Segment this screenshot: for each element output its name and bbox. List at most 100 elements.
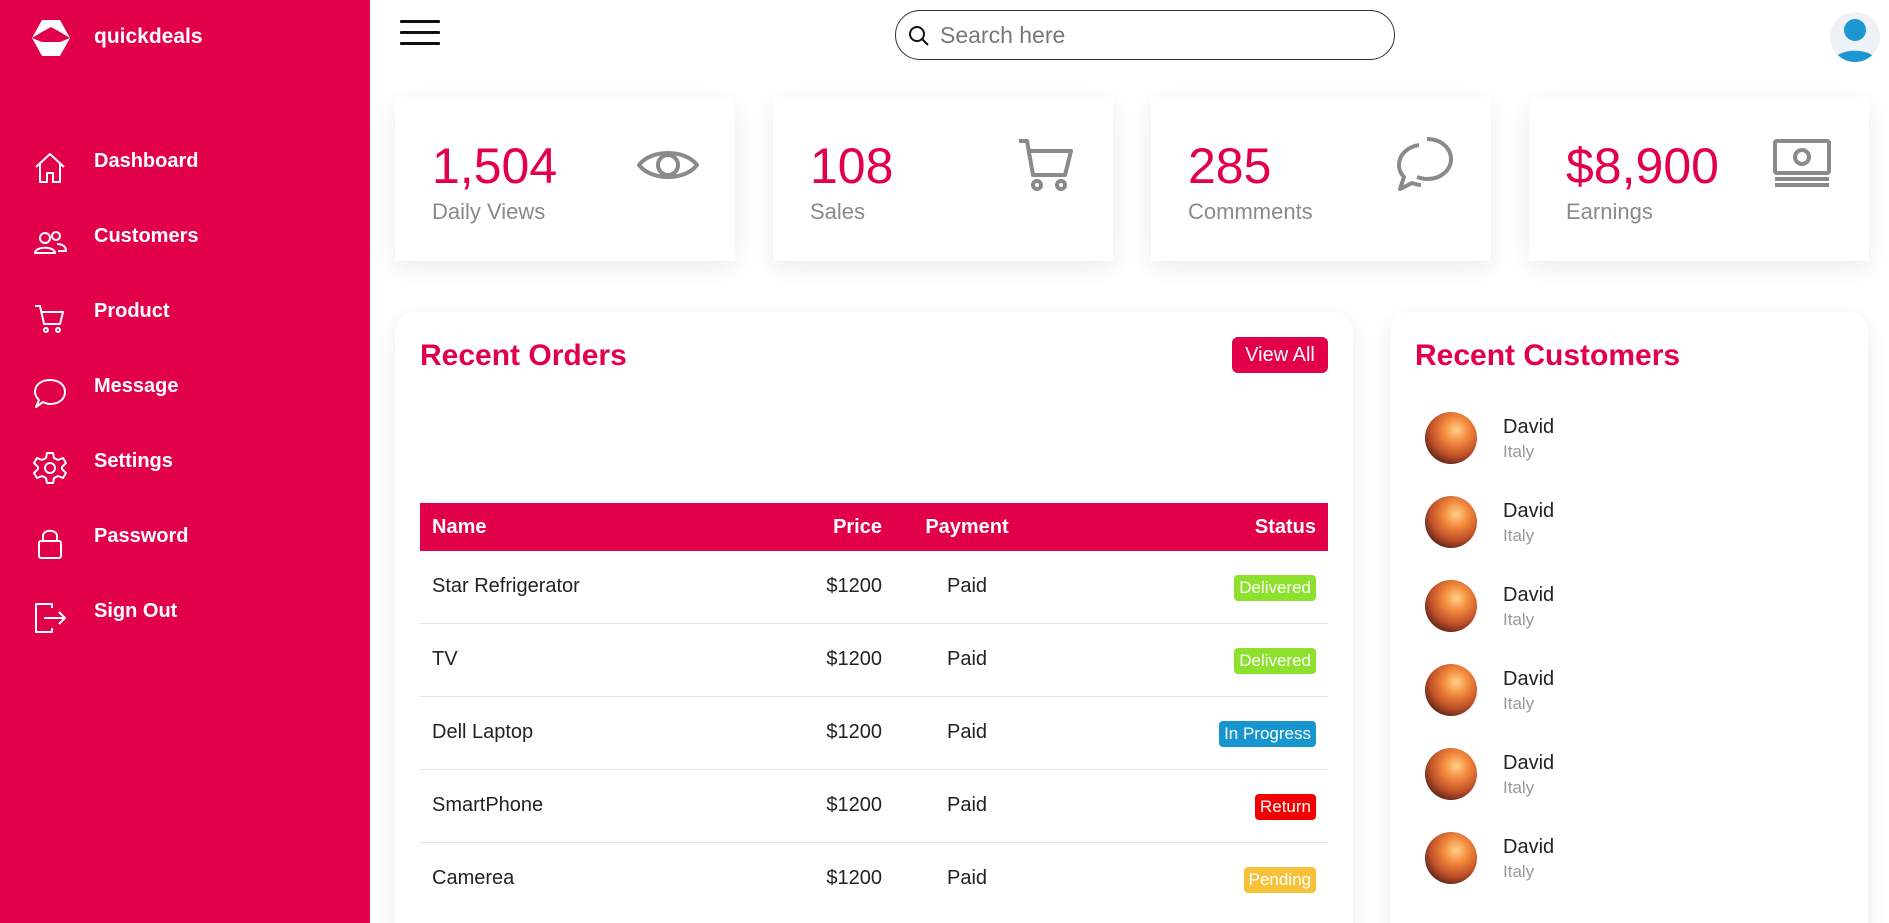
order-name: TV (432, 648, 458, 670)
list-item[interactable]: David Italy (1425, 496, 1845, 580)
stat-card-daily-views: 1,504 Daily Views (395, 97, 735, 261)
sidebar-item-label: Settings (94, 450, 173, 472)
search-icon[interactable] (908, 25, 930, 47)
order-payment: Paid (946, 575, 988, 597)
sidebar-item-label: Sign Out (94, 600, 178, 622)
order-name: Star Refrigerator (432, 575, 580, 597)
customer-avatar (1425, 664, 1477, 716)
column-header-name[interactable]: Name (432, 516, 486, 539)
order-price: $1200 (826, 721, 882, 743)
table-header: Name Price Payment Status (420, 503, 1328, 551)
customer-avatar (1425, 748, 1477, 800)
recent-customers-panel: Recent Customers David Italy David Italy… (1390, 312, 1868, 923)
user-avatar[interactable] (1830, 12, 1880, 62)
stat-label: Earnings (1566, 199, 1653, 224)
gear-icon (33, 452, 67, 484)
stat-number: $8,900 (1566, 138, 1719, 194)
sidebar-item-password[interactable]: Password (0, 513, 370, 588)
search-input[interactable] (940, 21, 1380, 49)
cart-icon (1019, 139, 1073, 191)
stat-number: 285 (1188, 138, 1272, 194)
sidebar-nav: Dashboard Customers Product Message Sett… (0, 138, 370, 663)
sidebar: quickdeals Dashboard Customers Product M… (0, 0, 370, 923)
order-name: Camerea (432, 867, 515, 889)
order-payment: Paid (946, 867, 988, 889)
hamburger-line (400, 42, 440, 45)
menu-toggle-button[interactable] (400, 20, 440, 50)
customer-avatar (1425, 832, 1477, 884)
sign-out-icon (35, 603, 66, 633)
stat-card-earnings: $8,900 Earnings (1529, 97, 1869, 261)
order-price: $1200 (826, 648, 882, 670)
search-bar (895, 10, 1395, 60)
customer-photo (1425, 580, 1477, 632)
customer-photo (1425, 832, 1477, 884)
sidebar-item-label: Password (94, 525, 189, 547)
orders-table: Name Price Payment Status Star Refrigera… (420, 503, 1328, 916)
customer-name: David (1503, 836, 1555, 858)
customer-avatar (1425, 580, 1477, 632)
order-payment: Paid (946, 648, 988, 670)
stat-label: Sales (810, 199, 866, 224)
sidebar-item-sign-out[interactable]: Sign Out (0, 588, 370, 663)
sidebar-item-label: Product (94, 300, 170, 322)
stat-number: 108 (810, 138, 894, 194)
list-item[interactable]: David Italy (1425, 748, 1845, 832)
stat-card-sales: 108 Sales (773, 97, 1113, 261)
stat-card-comments: 285 Commments (1151, 97, 1491, 261)
user-icon (1834, 19, 1876, 62)
status-badge: Delivered (1234, 575, 1316, 601)
table-row[interactable]: SmartPhone $1200 Paid Return (420, 770, 1328, 843)
column-header-price[interactable]: Price (833, 516, 882, 539)
sidebar-item-label: Message (94, 375, 179, 397)
stat-label: Daily Views (432, 199, 546, 224)
customer-country: Italy (1503, 442, 1535, 461)
home-icon (35, 153, 65, 183)
order-name: SmartPhone (432, 794, 544, 816)
sidebar-item-message[interactable]: Message (0, 363, 370, 438)
customer-avatar (1425, 496, 1477, 548)
order-name: Dell Laptop (432, 721, 534, 743)
list-item[interactable]: David Italy (1425, 412, 1845, 496)
customer-photo (1425, 664, 1477, 716)
sidebar-item-product[interactable]: Product (0, 288, 370, 363)
customer-name: David (1503, 584, 1555, 606)
column-header-status[interactable]: Status (1255, 516, 1316, 539)
brand[interactable]: quickdeals (30, 18, 203, 58)
customer-list: David Italy David Italy David Italy Davi… (1425, 412, 1845, 916)
status-badge: In Progress (1219, 721, 1316, 747)
table-row[interactable]: Camerea $1200 Paid Pending (420, 843, 1328, 916)
order-payment: Paid (946, 794, 988, 816)
view-all-button[interactable]: View All (1232, 337, 1328, 373)
status-badge: Return (1254, 794, 1316, 820)
recent-orders-title: Recent Orders (420, 339, 627, 372)
customer-country: Italy (1503, 862, 1535, 881)
sidebar-item-settings[interactable]: Settings (0, 438, 370, 513)
customer-photo (1425, 412, 1477, 464)
sidebar-item-label: Customers (94, 225, 199, 247)
stat-label: Commments (1188, 199, 1313, 224)
table-row[interactable]: TV $1200 Paid Delivered (420, 624, 1328, 697)
customer-name: David (1503, 500, 1555, 522)
customer-name: David (1503, 416, 1555, 438)
customer-avatar (1425, 412, 1477, 464)
sidebar-item-customers[interactable]: Customers (0, 213, 370, 288)
sidebar-item-dashboard[interactable]: Dashboard (0, 138, 370, 213)
status-badge: Pending (1243, 867, 1316, 893)
list-item[interactable]: David Italy (1425, 580, 1845, 664)
table-row[interactable]: Star Refrigerator $1200 Paid Delivered (420, 551, 1328, 624)
stat-number: 1,504 (432, 138, 558, 194)
list-item[interactable]: David Italy (1425, 832, 1845, 916)
lock-icon (38, 529, 62, 559)
recent-customers-title: Recent Customers (1415, 339, 1681, 372)
brand-name: quickdeals (94, 25, 203, 48)
table-row[interactable]: Dell Laptop $1200 Paid In Progress (420, 697, 1328, 770)
box-logo-icon (32, 20, 70, 56)
people-icon (33, 231, 68, 254)
hamburger-line (400, 31, 440, 34)
column-header-payment[interactable]: Payment (917, 516, 1017, 539)
eye-icon (637, 151, 699, 179)
list-item[interactable]: David Italy (1425, 664, 1845, 748)
cash-icon (1773, 139, 1831, 187)
chat-icon (34, 379, 66, 408)
